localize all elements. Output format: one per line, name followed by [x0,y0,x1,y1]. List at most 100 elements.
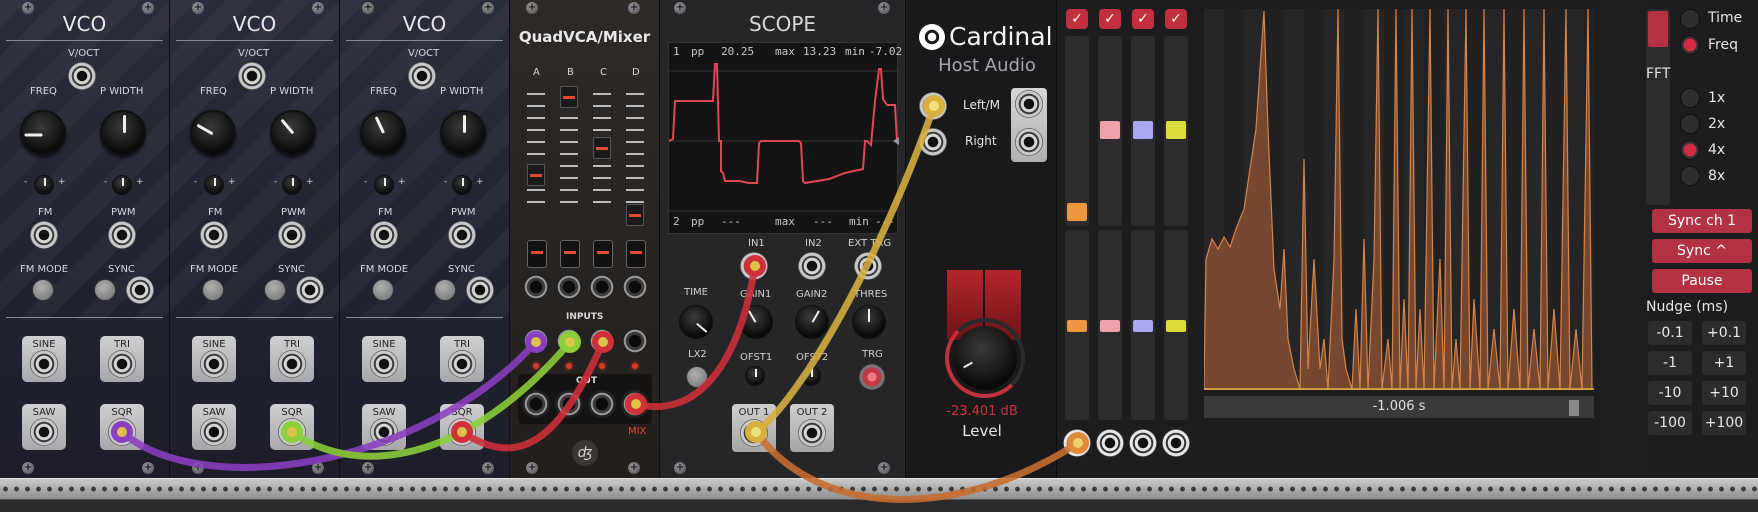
nudge-plus-0-1-button[interactable]: +0.1 [1702,321,1746,345]
sync-ch1-button[interactable]: Sync ch 1 [1652,209,1752,233]
fm-mode-button[interactable] [202,279,224,301]
pwm-input-jack[interactable] [108,221,136,249]
fft-1x-radio[interactable] [1680,88,1700,108]
sine-output-jack[interactable] [200,350,228,378]
sine-output-jack[interactable] [370,350,398,378]
channel-2-check-icon[interactable]: ✓ [1099,9,1121,29]
fader-4-handle[interactable] [1166,121,1186,139]
pwidth-knob[interactable] [100,110,146,156]
pan-1-handle[interactable] [1067,320,1087,332]
tri-output-jack[interactable] [108,350,136,378]
channel-4-check-icon[interactable]: ✓ [1165,9,1187,29]
cv-input-d-jack[interactable] [621,273,649,301]
channel-1-check-icon[interactable]: ✓ [1066,9,1088,29]
sync-input-jack[interactable] [296,276,324,304]
mode-switch-c[interactable] [593,240,613,268]
nudge-minus-100-button[interactable]: -100 [1648,411,1692,435]
freq-knob[interactable] [190,110,236,156]
fm-mode-button[interactable] [32,279,54,301]
cv-input-b-jack[interactable] [555,273,583,301]
saw-output-jack[interactable] [30,418,58,446]
pan-3-handle[interactable] [1133,320,1153,332]
nudge-minus-10-button[interactable]: -10 [1648,381,1692,405]
saw-output-jack[interactable] [200,418,228,446]
ext-trg-input-jack[interactable] [854,252,882,280]
trg-button[interactable] [859,364,885,390]
left-output-jack[interactable] [1015,90,1043,118]
pwidth-knob[interactable] [440,110,486,156]
pwm-atten-knob[interactable] [282,175,302,195]
pwidth-knob[interactable] [270,110,316,156]
channel-4-output-jack[interactable] [1162,429,1190,457]
freq-knob[interactable] [20,110,66,156]
time-mode-radio[interactable] [1680,9,1700,29]
time-scroll-handle[interactable] [1569,400,1579,416]
time-knob[interactable] [679,305,713,339]
slider-c[interactable] [593,137,611,159]
tri-output-jack[interactable] [448,350,476,378]
input-b-jack[interactable] [555,327,583,355]
thres-knob[interactable] [852,305,886,339]
voct-input-jack[interactable] [408,62,436,90]
output-a-jack[interactable] [522,390,550,418]
pwm-input-jack[interactable] [278,221,306,249]
tri-output-jack[interactable] [278,350,306,378]
sync-input-jack[interactable] [126,276,154,304]
output-c-jack[interactable] [588,390,616,418]
mode-switch-d[interactable] [626,240,646,268]
sqr-output-jack[interactable] [448,418,476,446]
voct-input-jack[interactable] [68,62,96,90]
mode-switch-b[interactable] [560,240,580,268]
freq-mode-radio[interactable] [1680,35,1700,55]
nudge-plus-100-button[interactable]: +100 [1702,411,1746,435]
sync-button[interactable]: Sync ^ [1652,239,1752,263]
sync-input-jack[interactable] [466,276,494,304]
channel-3-output-jack[interactable] [1129,429,1157,457]
fader-2-handle[interactable] [1100,121,1120,139]
sine-output-jack[interactable] [30,350,58,378]
sync-mode-button[interactable] [94,279,116,301]
right-input-jack[interactable] [919,128,947,156]
cv-input-c-jack[interactable] [588,273,616,301]
nudge-minus-0-1-button[interactable]: -0.1 [1648,321,1692,345]
fm-input-jack[interactable] [30,221,58,249]
pause-button[interactable]: Pause [1652,269,1752,293]
freq-knob[interactable] [360,110,406,156]
fm-mode-button[interactable] [372,279,394,301]
ofst1-knob[interactable] [745,366,765,386]
left-input-jack[interactable] [919,92,947,120]
input-d-jack[interactable] [621,327,649,355]
ofst2-knob[interactable] [801,366,821,386]
channel-1-output-jack[interactable] [1063,429,1091,457]
sync-mode-button[interactable] [264,279,286,301]
mode-switch-a[interactable] [527,240,547,268]
slider-b[interactable] [560,86,578,108]
view-slider-handle[interactable] [1648,11,1668,47]
voct-input-jack[interactable] [238,62,266,90]
channel-2-output-jack[interactable] [1096,429,1124,457]
slider-d[interactable] [626,204,644,226]
pwm-input-jack[interactable] [448,221,476,249]
mix-output-jack[interactable] [621,390,649,418]
in1-input-jack[interactable] [740,252,768,280]
right-output-jack[interactable] [1015,128,1043,156]
slider-a[interactable] [527,164,545,186]
pwm-atten-knob[interactable] [112,175,132,195]
fm-atten-knob[interactable] [374,175,394,195]
fm-atten-knob[interactable] [204,175,224,195]
in2-input-jack[interactable] [798,252,826,280]
fm-input-jack[interactable] [200,221,228,249]
nudge-plus-1-button[interactable]: +1 [1702,351,1746,375]
sync-mode-button[interactable] [434,279,456,301]
scope-display[interactable]: 1 pp 20.25 max 13.23 min -7.02 2 pp --- … [668,42,902,234]
fft-2x-radio[interactable] [1680,114,1700,134]
cv-input-a-jack[interactable] [522,273,550,301]
nudge-minus-1-button[interactable]: -1 [1648,351,1692,375]
pan-2-handle[interactable] [1100,320,1120,332]
pan-4-handle[interactable] [1166,320,1186,332]
lx2-button[interactable] [686,366,708,388]
fader-1-handle[interactable] [1067,203,1087,221]
out1-output-jack[interactable] [740,419,768,447]
gain2-knob[interactable] [795,305,829,339]
channel-3-check-icon[interactable]: ✓ [1132,9,1154,29]
